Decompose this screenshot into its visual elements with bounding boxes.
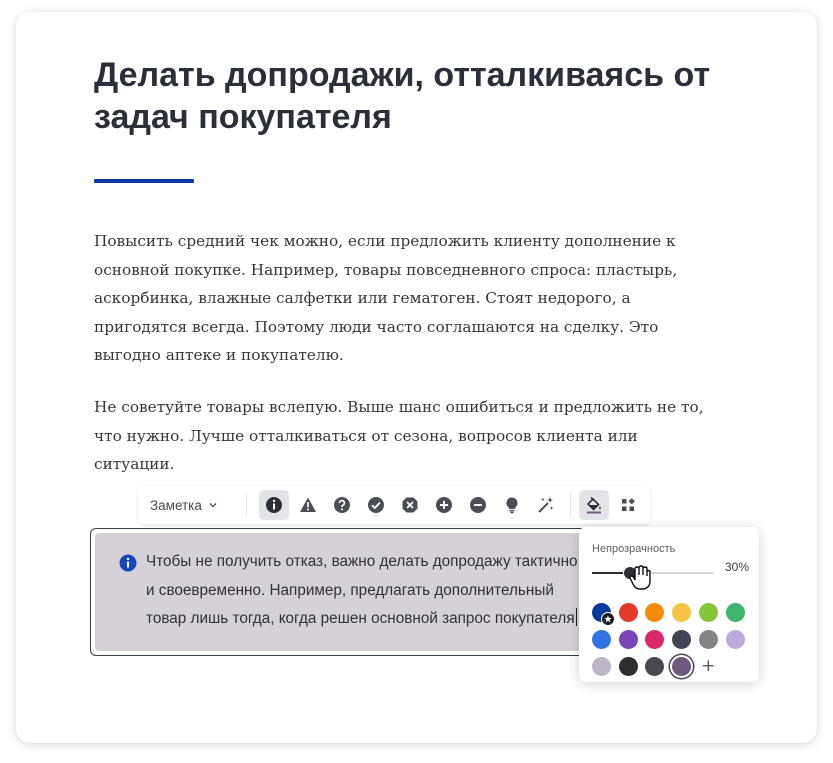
color-swatch[interactable] <box>725 630 745 649</box>
color-swatch[interactable] <box>672 630 692 649</box>
color-swatch[interactable] <box>645 603 665 622</box>
article-title: Делать допродажи, отталкиваясь от задач … <box>94 56 711 136</box>
paragraph-2: Не советуйте товары вслепую. Выше шанс о… <box>94 398 704 473</box>
opacity-label: Непрозрачность <box>592 543 676 555</box>
opacity-value: 30% <box>724 560 749 574</box>
color-swatch[interactable] <box>698 603 718 622</box>
slider-thumb[interactable] <box>622 566 637 580</box>
toolbar-divider <box>246 493 247 517</box>
color-swatch[interactable] <box>592 603 615 626</box>
opacity-slider[interactable] <box>592 566 714 580</box>
color-swatch[interactable] <box>618 630 638 649</box>
info-icon <box>119 554 137 576</box>
info-icon[interactable] <box>259 490 289 520</box>
note-toolbar: Заметка <box>138 486 650 524</box>
chevron-down-icon <box>208 498 218 513</box>
block-type-label: Заметка <box>150 497 202 513</box>
fill-color-icon[interactable] <box>579 490 609 520</box>
article-card: Делать допродажи, отталкиваясь от задач … <box>16 12 817 743</box>
color-swatch[interactable] <box>672 603 692 622</box>
check-icon[interactable] <box>361 490 391 520</box>
cross-icon[interactable] <box>395 490 425 520</box>
color-swatch[interactable] <box>592 630 611 649</box>
color-swatch[interactable] <box>645 630 665 649</box>
question-icon[interactable] <box>327 490 357 520</box>
title-accent-bar <box>94 179 194 183</box>
color-swatch[interactable] <box>698 630 718 649</box>
add-color-button[interactable]: + <box>699 657 718 676</box>
toolbar-divider <box>570 493 571 517</box>
sparkle-icon[interactable] <box>531 490 561 520</box>
color-swatch[interactable] <box>618 657 638 676</box>
default-star-icon <box>601 612 615 626</box>
color-swatch[interactable] <box>592 657 611 676</box>
note-text-editor[interactable]: Чтобы не получить отказ, важно делать до… <box>146 548 586 634</box>
note-background: Чтобы не получить отказ, важно делать до… <box>95 533 627 651</box>
color-swatch[interactable] <box>672 657 692 676</box>
lightbulb-icon[interactable] <box>497 490 527 520</box>
plus-circle-icon[interactable] <box>429 490 459 520</box>
text-caret <box>575 608 577 626</box>
color-swatch[interactable] <box>725 603 745 622</box>
color-swatch[interactable] <box>645 657 665 676</box>
note-block[interactable]: Чтобы не получить отказ, важно делать до… <box>90 528 632 656</box>
minus-circle-icon[interactable] <box>463 490 493 520</box>
note-text: Чтобы не получить отказ, важно делать до… <box>146 553 578 627</box>
warning-icon[interactable] <box>293 490 323 520</box>
color-swatch[interactable] <box>618 603 638 622</box>
more-grid-icon[interactable] <box>613 490 643 520</box>
color-popover: Непрозрачность 30% + <box>579 527 759 682</box>
block-type-select[interactable]: Заметка <box>150 486 218 524</box>
paragraph-1: Повысить средний чек можно, если предлож… <box>94 232 678 364</box>
